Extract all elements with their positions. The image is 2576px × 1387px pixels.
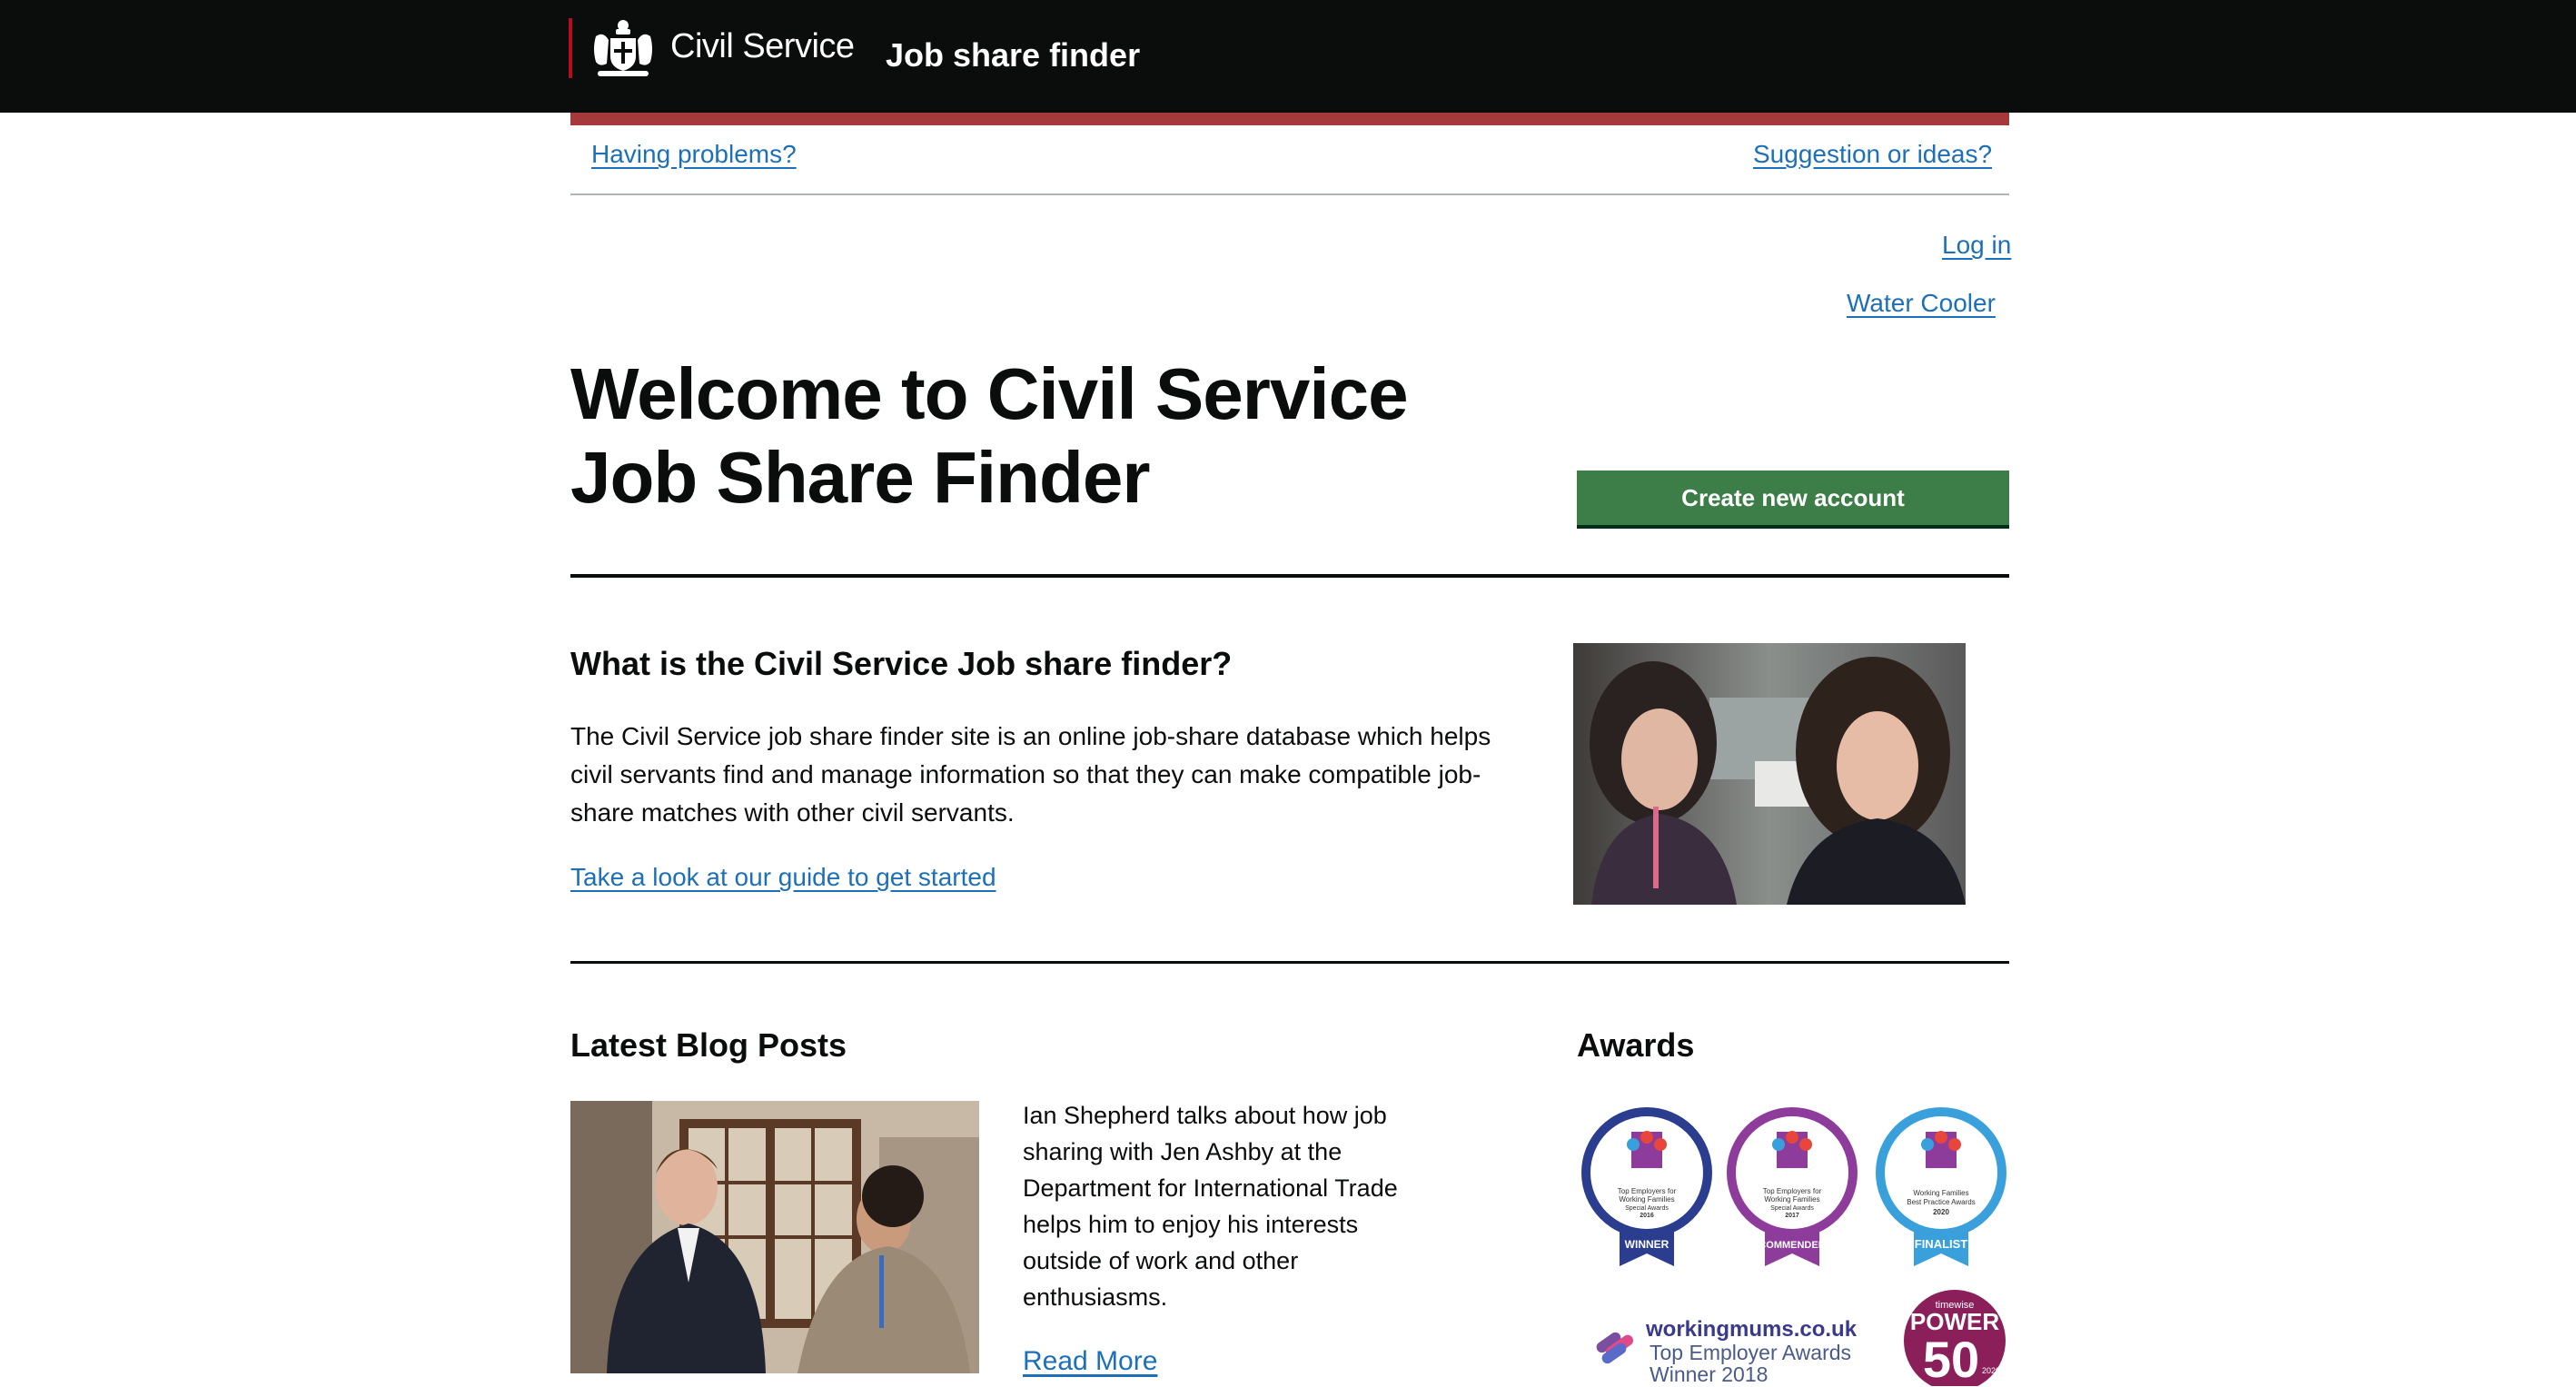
- badge-1-line2: Working Families: [1619, 1195, 1674, 1204]
- divider: [570, 193, 2009, 195]
- section-divider: [570, 574, 2009, 578]
- workingmums-line1: Top Employer Awards: [1650, 1341, 1852, 1364]
- badge-2-line2: Working Families: [1764, 1195, 1819, 1204]
- workingmums-award: workingmums.co.uk Top Employer Awards Wi…: [1591, 1317, 1858, 1386]
- badge-1-ribbon: WINNER: [1625, 1238, 1669, 1251]
- workingmums-line2: Winner 2018: [1650, 1362, 1769, 1386]
- badge-2-line3: Special Awards: [1770, 1205, 1814, 1212]
- blog-post-photo[interactable]: [570, 1101, 979, 1373]
- having-problems-link[interactable]: Having problems?: [591, 140, 797, 169]
- create-account-button[interactable]: Create new account: [1577, 471, 2009, 525]
- blog-heading: Latest Blog Posts: [570, 1026, 847, 1064]
- badge-2-line1: Top Employers for: [1763, 1187, 1822, 1195]
- page-title: Welcome to Civil Service Job Share Finde…: [570, 353, 1409, 518]
- about-heading: What is the Civil Service Job share find…: [570, 645, 1233, 682]
- log-in-link[interactable]: Log in: [1942, 231, 2011, 260]
- water-cooler-link[interactable]: Water Cooler: [1847, 289, 1996, 318]
- award-badge-icon: Top Employers for Working Families Speci…: [1581, 1107, 1712, 1266]
- read-more-link[interactable]: Read More: [1023, 1346, 1157, 1377]
- workingmums-logo-icon: [1596, 1332, 1634, 1364]
- section-divider: [570, 961, 2009, 964]
- badge-3-year: 2020: [1933, 1208, 1949, 1216]
- power50-year: 2020: [1982, 1366, 2000, 1375]
- badge-3-line1: Working Families: [1913, 1189, 1968, 1197]
- service-name[interactable]: Job share finder: [886, 36, 1140, 74]
- badge-2-ribbon: COMMENDED: [1759, 1240, 1825, 1251]
- header-accent-bar: [569, 18, 572, 78]
- power-50-badge-icon: timewise POWER 50 2020: [1904, 1290, 2006, 1386]
- job-sharers-photo: [1573, 643, 1966, 905]
- phase-banner-bar: [570, 113, 2009, 125]
- badge-1-year: 2016: [1640, 1213, 1654, 1219]
- about-description: The Civil Service job share finder site …: [570, 722, 1491, 827]
- badge-1-line3: Special Awards: [1625, 1205, 1669, 1212]
- award-badge-icon: Top Employers for Working Families Speci…: [1727, 1107, 1858, 1266]
- badge-3-ribbon: FINALIST: [1915, 1237, 1968, 1251]
- power50-number: 50: [1923, 1331, 1979, 1386]
- badge-2-year: 2017: [1785, 1213, 1799, 1219]
- award-badge-icon: Working Families Best Practice Awards 20…: [1876, 1107, 2006, 1266]
- workingmums-site: workingmums.co.uk: [1646, 1317, 1858, 1342]
- royal-crest-icon[interactable]: [589, 16, 658, 82]
- brand-name[interactable]: Civil Service: [670, 27, 855, 66]
- guide-link[interactable]: Take a look at our guide to get started: [570, 863, 996, 892]
- badge-3-line2: Best Practice Awards: [1907, 1198, 1975, 1206]
- awards-heading: Awards: [1577, 1026, 1695, 1064]
- suggestion-link[interactable]: Suggestion or ideas?: [1753, 140, 1992, 169]
- blog-excerpt: Ian Shepherd talks about how job sharing…: [1023, 1102, 1398, 1311]
- site-header: Civil Service Job share finder: [0, 0, 2576, 113]
- badge-1-line1: Top Employers for: [1618, 1187, 1677, 1195]
